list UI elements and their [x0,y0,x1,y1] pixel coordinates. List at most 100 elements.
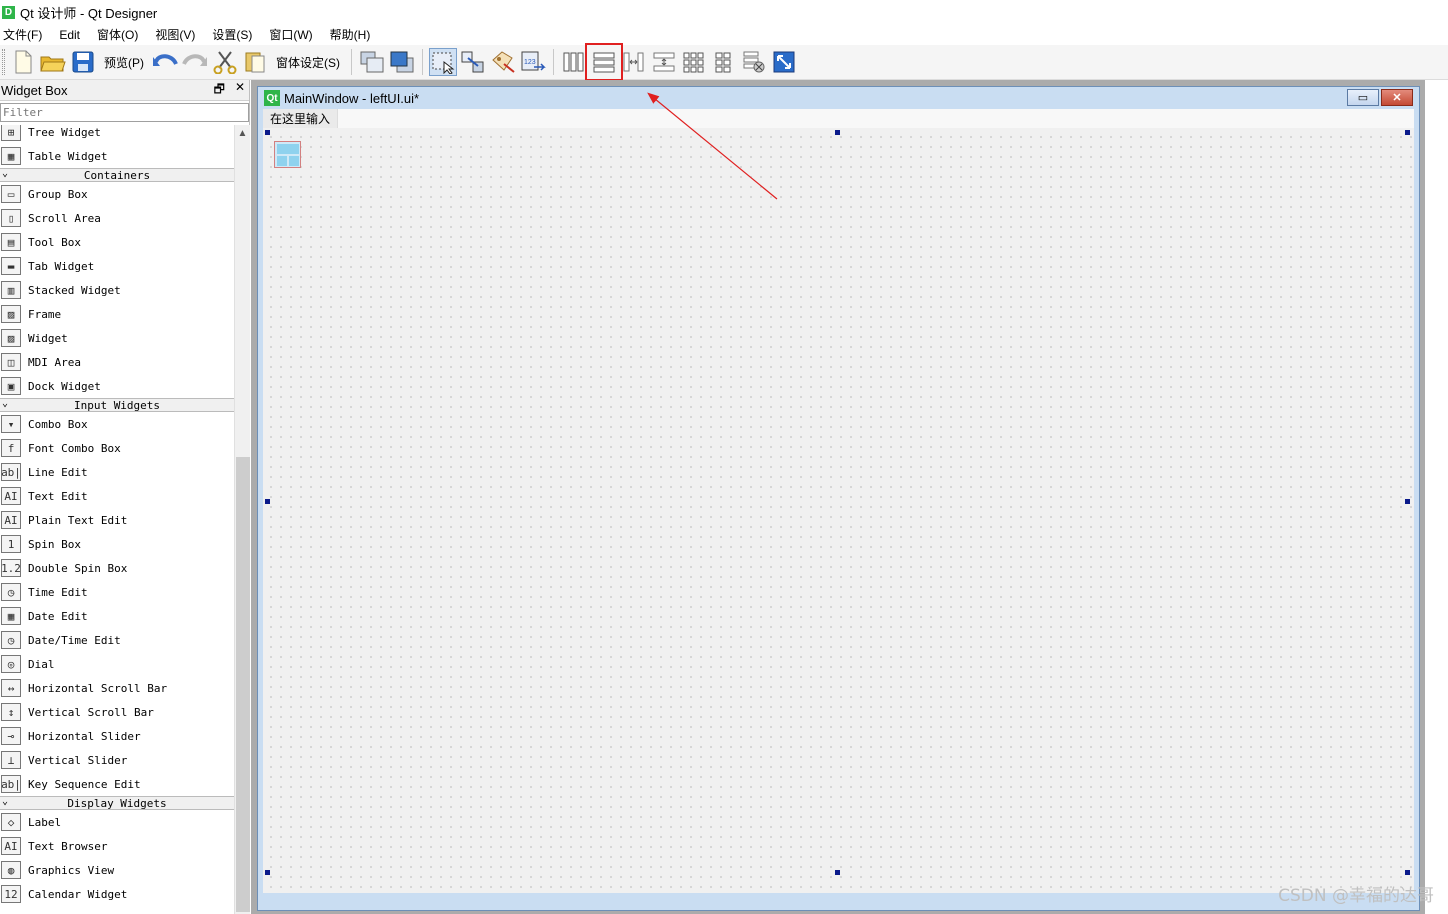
selection-handle[interactable] [1405,870,1410,875]
adjust-size-icon[interactable] [770,48,798,76]
text-browser-icon: AI [1,837,21,855]
menu-window[interactable]: 窗口(W) [266,26,312,43]
selection-handle[interactable] [1405,130,1410,135]
selection-handle[interactable] [835,130,840,135]
widget-item-label: Text Browser [28,839,108,853]
menu-edit[interactable]: Edit [56,28,80,42]
selection-handle[interactable] [265,499,270,504]
widget-list-item[interactable]: ▥ Stacked Widget [0,278,234,302]
widget-list-item[interactable]: 1 Spin Box [0,532,234,556]
widget-item-label: Scroll Area [28,211,101,225]
widget-list-item[interactable]: ▣ Dock Widget [0,374,234,398]
central-widget-marker[interactable] [274,141,301,168]
widget-list-item[interactable]: ⊸ Horizontal Slider [0,724,234,748]
bring-to-front-icon[interactable] [388,48,416,76]
scroll-up-icon[interactable]: ▲ [235,125,250,141]
category-header[interactable]: ⌄ Display Widgets [0,796,234,810]
widget-list-item[interactable]: ◫ MDI Area [0,350,234,374]
widget-list-item[interactable]: AI Text Browser [0,834,234,858]
widget-list-item[interactable]: ▬ Tab Widget [0,254,234,278]
dock-widget-icon: ▣ [1,377,21,395]
tree-widget-icon: ⊞ [1,125,21,141]
text-edit-icon: AI [1,487,21,505]
layout-form-icon[interactable] [710,48,738,76]
layout-vertical-icon[interactable] [585,43,623,81]
widget-list-item[interactable]: ▾ Combo Box [0,412,234,436]
menu-file[interactable]: 文件(F) [0,26,42,43]
break-layout-icon[interactable] [740,48,768,76]
widget-list-item[interactable]: 12 Calendar Widget [0,882,234,906]
edit-tab-order-icon[interactable]: 123 [519,48,547,76]
form-settings-button[interactable]: 窗体设定(S) [270,48,346,76]
menu-help[interactable]: 帮助(H) [327,26,371,43]
widget-list-item[interactable]: 1.2 Double Spin Box [0,556,234,580]
menu-view[interactable]: 视图(V) [152,26,195,43]
menu-bar: 文件(F) Edit 窗体(O) 视图(V) 设置(S) 窗口(W) 帮助(H) [0,24,1448,45]
minimize-button[interactable]: ▭ [1347,89,1379,106]
close-icon[interactable]: ✕ [235,80,245,101]
new-file-icon[interactable] [9,48,37,76]
widget-list-item[interactable]: ⊞ Tree Widget [0,125,234,144]
open-folder-icon[interactable] [39,48,67,76]
category-header[interactable]: ⌄ Containers [0,168,234,182]
subwindow-title-bar[interactable]: Qt MainWindow - leftUI.ui* ▭ ✕ [258,87,1419,109]
edit-widgets-icon[interactable] [429,48,457,76]
preview-button[interactable]: 预览(P) [98,48,150,76]
widget-list-item[interactable]: ▭ Group Box [0,182,234,206]
close-button[interactable]: ✕ [1381,89,1413,106]
selection-handle[interactable] [1405,499,1410,504]
selection-handle[interactable] [265,870,270,875]
cut-icon[interactable] [211,48,239,76]
widget-list-item[interactable]: ↔ Horizontal Scroll Bar [0,676,234,700]
selection-handle[interactable] [835,870,840,875]
layout-horizontal-icon[interactable] [560,48,588,76]
form-canvas[interactable]: 在这里输入 [263,109,1414,893]
widget-list-item[interactable]: ▯ Scroll Area [0,206,234,230]
category-header[interactable]: ⌄ Input Widgets [0,398,234,412]
widget-list-item[interactable]: ◎ Dial [0,652,234,676]
widget-list-item[interactable]: ▨ Frame [0,302,234,326]
paste-icon[interactable] [241,48,269,76]
save-icon[interactable] [69,48,97,76]
widget-list-item[interactable]: ▨ Widget [0,326,234,350]
undo-icon[interactable] [151,48,179,76]
layout-horizontal-splitter-icon[interactable] [620,48,648,76]
widget-list-item[interactable]: ▤ Tool Box [0,230,234,254]
widget-list-item[interactable]: AI Text Edit [0,484,234,508]
type-here-menu[interactable]: 在这里输入 [263,109,339,128]
form-subwindow[interactable]: Qt MainWindow - leftUI.ui* ▭ ✕ 在这里输入 [257,86,1420,911]
toolbar-grip[interactable] [2,49,5,75]
widget-item-label: Dial [28,657,55,671]
widget-list-item[interactable]: ◷ Date/Time Edit [0,628,234,652]
widget-list-item[interactable]: ab| Key Sequence Edit [0,772,234,796]
title-bar: D Qt 设计师 - Qt Designer [0,0,1448,24]
float-icon[interactable]: 🗗 [214,80,225,101]
menu-settings[interactable]: 设置(S) [209,26,252,43]
widget-list-item[interactable]: ↕ Vertical Scroll Bar [0,700,234,724]
redo-icon[interactable] [181,48,209,76]
selection-handle[interactable] [265,130,270,135]
widget-list-item[interactable]: ⊥ Vertical Slider [0,748,234,772]
send-to-back-icon[interactable] [358,48,386,76]
chevron-down-icon[interactable]: ⌄ [2,398,8,409]
widget-list-item[interactable]: ▦ Table Widget [0,144,234,168]
widget-list-item[interactable]: ▦ Date Edit [0,604,234,628]
chevron-down-icon[interactable]: ⌄ [2,168,8,179]
qt-icon: Qt [264,90,280,106]
menu-form[interactable]: 窗体(O) [94,26,138,43]
chevron-down-icon[interactable]: ⌄ [2,796,8,807]
widget-list-item[interactable]: ab| Line Edit [0,460,234,484]
widget-list-item[interactable]: AI Plain Text Edit [0,508,234,532]
layout-vertical-splitter-icon[interactable] [650,48,678,76]
widget-box-scrollbar[interactable]: ▲ [234,125,250,914]
scrollbar-thumb[interactable] [236,457,250,912]
widget-list-item[interactable]: f Font Combo Box [0,436,234,460]
layout-grid-icon[interactable] [680,48,708,76]
edit-signals-slots-icon[interactable] [459,48,487,76]
widget-list-item[interactable]: ◷ Time Edit [0,580,234,604]
edit-buddies-icon[interactable] [489,48,517,76]
widget-list-item[interactable]: ◍ Graphics View [0,858,234,882]
widget-item-label: Dock Widget [28,379,101,393]
widget-list-item[interactable]: ◇ Label [0,810,234,834]
filter-input[interactable] [0,103,249,122]
